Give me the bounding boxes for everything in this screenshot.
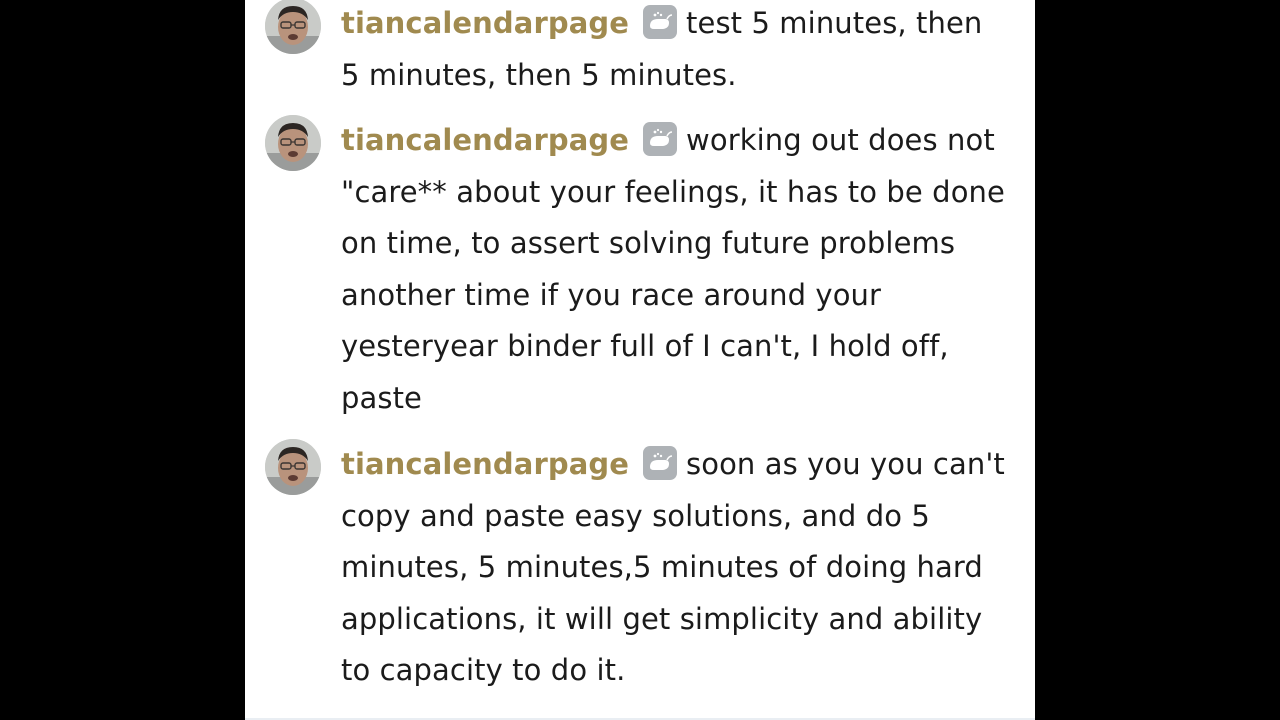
whale-badge-icon[interactable] <box>643 446 678 480</box>
message-body: tiancalendarpage working out does not "ca… <box>341 115 1006 424</box>
avatar[interactable] <box>265 439 321 495</box>
avatar-image <box>265 439 321 495</box>
username[interactable]: tiancalendarpage <box>341 447 629 481</box>
whale-badge-icon[interactable] <box>643 122 678 156</box>
video-frame: tiancalendarpage test 5 minutes, then 5 m… <box>0 0 1280 720</box>
message-body: tiancalendarpage soon as you you can't co… <box>341 439 1006 697</box>
username[interactable]: tiancalendarpage <box>341 123 629 157</box>
message-text: working out does not "care** about your … <box>341 123 1005 415</box>
message-text: soon as you you can't copy and paste eas… <box>341 447 1005 687</box>
avatar[interactable] <box>265 0 321 54</box>
whale-badge-icon[interactable] <box>643 5 678 39</box>
username[interactable]: tiancalendarpage <box>341 6 629 40</box>
chat-panel: tiancalendarpage test 5 minutes, then 5 m… <box>245 0 1035 720</box>
avatar[interactable] <box>265 115 321 171</box>
avatar-image <box>265 0 321 54</box>
avatar-image <box>265 115 321 171</box>
message-body: tiancalendarpage test 5 minutes, then 5 m… <box>341 0 1006 101</box>
